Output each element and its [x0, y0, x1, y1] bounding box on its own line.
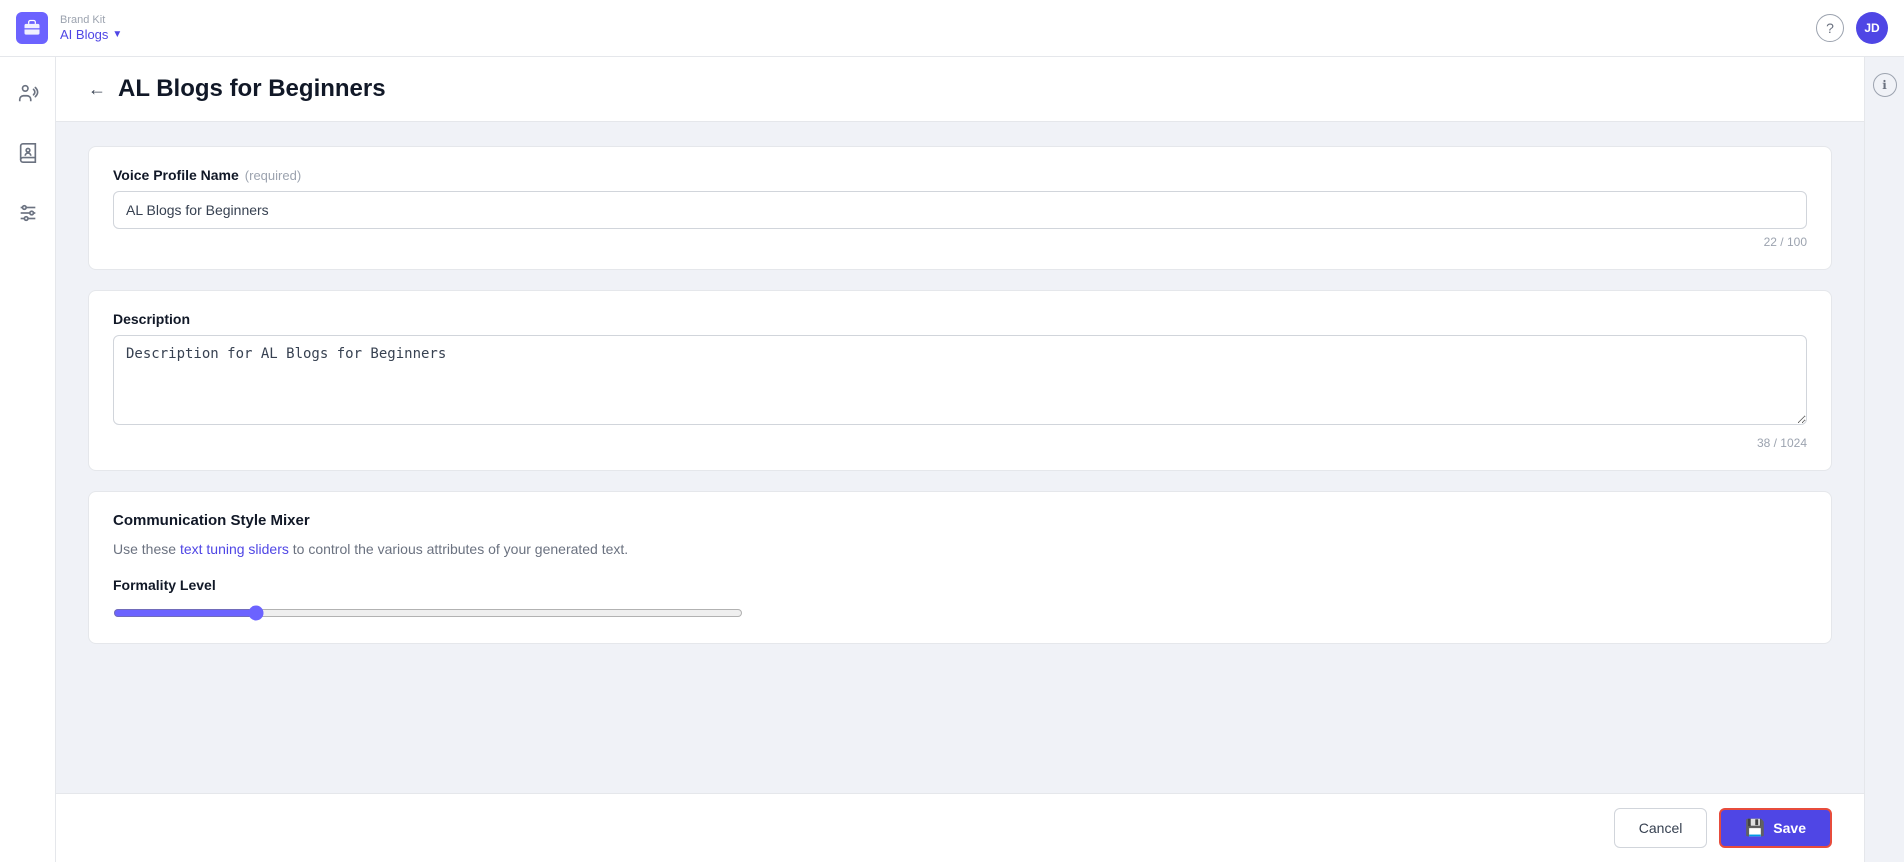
- cancel-button[interactable]: Cancel: [1614, 808, 1708, 848]
- sidebar-item-voice-profiles[interactable]: [8, 73, 48, 113]
- back-arrow-icon: ←: [88, 79, 106, 100]
- avatar: JD: [1856, 12, 1888, 44]
- save-icon: 💾: [1745, 818, 1765, 838]
- formality-slider-container: [113, 603, 1807, 623]
- main-content: ← AL Blogs for Beginners Voice Profile N…: [56, 57, 1864, 862]
- book-person-icon: [17, 142, 39, 164]
- sidebar: [0, 57, 56, 862]
- person-wave-icon: [17, 82, 39, 104]
- required-badge: (required): [245, 168, 301, 183]
- description-label: Description: [113, 311, 1807, 327]
- formality-level-slider[interactable]: [113, 605, 743, 621]
- brand-kit-label: Brand Kit: [60, 14, 122, 27]
- chevron-down-icon: ▼: [112, 29, 122, 40]
- voice-profile-char-count: 22 / 100: [113, 235, 1807, 249]
- voice-profile-name-label: Voice Profile Name (required): [113, 167, 1807, 183]
- voice-profile-name-input[interactable]: [113, 191, 1807, 229]
- voice-profile-name-card: Voice Profile Name (required) 22 / 100: [88, 146, 1832, 270]
- save-button[interactable]: 💾 Save: [1719, 808, 1832, 848]
- communication-style-card: Communication Style Mixer Use these text…: [88, 491, 1832, 644]
- brand-nav-text: Brand Kit AI Blogs ▼: [60, 14, 122, 42]
- info-sidebar: ℹ: [1864, 57, 1904, 862]
- page-header: ← AL Blogs for Beginners: [56, 57, 1864, 122]
- top-nav-right: ? JD: [1816, 12, 1888, 44]
- description-textarea[interactable]: Description for AL Blogs for Beginners: [113, 335, 1807, 425]
- help-button[interactable]: ?: [1816, 14, 1844, 42]
- mixer-title: Communication Style Mixer: [113, 512, 1807, 529]
- ai-blogs-dropdown[interactable]: AI Blogs ▼: [60, 27, 122, 42]
- app-body: ← AL Blogs for Beginners Voice Profile N…: [0, 57, 1904, 862]
- description-char-count: 38 / 1024: [113, 436, 1807, 450]
- formality-level-label: Formality Level: [113, 577, 1807, 593]
- top-nav: Brand Kit AI Blogs ▼ ? JD: [0, 0, 1904, 57]
- back-button[interactable]: ←: [88, 79, 106, 100]
- sidebar-item-knowledge-base[interactable]: [8, 133, 48, 173]
- suitcase-icon: [22, 18, 42, 38]
- page-footer: Cancel 💾 Save: [56, 793, 1864, 862]
- text-tuning-highlight: text tuning sliders: [180, 541, 289, 557]
- page-title: AL Blogs for Beginners: [118, 75, 386, 103]
- brand-kit-icon: [16, 12, 48, 44]
- info-button[interactable]: ℹ: [1873, 73, 1897, 97]
- mixer-description: Use these text tuning sliders to control…: [113, 541, 1807, 557]
- save-label: Save: [1773, 820, 1806, 836]
- top-nav-left: Brand Kit AI Blogs ▼: [16, 12, 122, 44]
- description-card: Description Description for AL Blogs for…: [88, 290, 1832, 471]
- sliders-icon: [17, 202, 39, 224]
- sidebar-item-settings[interactable]: [8, 193, 48, 233]
- page-body: Voice Profile Name (required) 22 / 100 D…: [56, 122, 1864, 793]
